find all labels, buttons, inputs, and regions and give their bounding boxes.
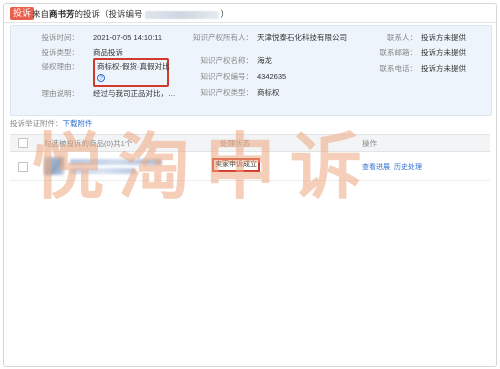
attachment-label: 投诉举证附件： — [10, 119, 63, 128]
row-checkbox[interactable] — [18, 162, 28, 172]
select-count-label: 勾选被投诉的商品(0)共1个 — [44, 139, 133, 148]
complaint-info-panel: 投诉时间： 2021-07-05 14:10:11 投诉类型： 商品投诉 侵权理… — [10, 25, 492, 116]
complaint-title: 来自商书芳的投诉（投诉编号 ） — [32, 8, 229, 20]
contact-value: 投诉方未提供 — [421, 33, 466, 42]
title-mid: 的投诉（投诉编号 — [74, 9, 143, 19]
title-suffix: ） — [220, 9, 230, 19]
ip-number-value: 4342635 — [257, 72, 287, 81]
status-highlight-box: 卖家申诉成立 — [212, 158, 260, 172]
attachment-row: 投诉举证附件：下载附件 — [10, 118, 93, 129]
phone-label: 联系电话： — [379, 64, 418, 73]
reason-value: 商标权-假货·真假对比 — [97, 62, 170, 71]
email-value: 投诉方未提供 — [421, 48, 466, 57]
complaint-time-value: 2021-07-05 14:10:11 — [93, 33, 163, 42]
blurred-product-title[interactable] — [70, 159, 162, 165]
complaint-type-value: 商品投诉 — [93, 48, 123, 57]
reason-label: 侵权理由： — [41, 62, 80, 71]
detail-value: 经过与我司正品对比，… — [93, 89, 176, 98]
table-header: 勾选被投诉的商品(0)共1个 处理状态 操作 — [10, 134, 490, 152]
help-icon[interactable]: ? — [97, 74, 105, 82]
ip-name-label: 知识产权名称： — [200, 56, 254, 65]
phone-value: 投诉方未提供 — [421, 64, 466, 73]
blurred-product-subtitle — [70, 168, 136, 174]
complaint-time-label: 投诉时间： — [41, 33, 80, 42]
ip-type-label: 知识产权类型： — [200, 88, 254, 97]
blurred-complaint-id — [144, 10, 219, 19]
title-prefix: 来自 — [32, 9, 50, 19]
complaint-tag: 投诉 — [10, 7, 35, 20]
owner-value: 天津悦泰石化科技有限公司 — [257, 33, 347, 42]
contact-label: 联系人： — [387, 33, 417, 42]
view-progress-link[interactable]: 查看进展 — [362, 162, 390, 172]
ip-type-value: 商标权 — [257, 88, 280, 97]
table-row: 卖家申诉成立 查看进展 历史处理 — [10, 152, 490, 181]
product-thumbnail — [44, 157, 64, 175]
row-status: 卖家申诉成立 — [215, 161, 257, 168]
complaint-type-label: 投诉类型： — [41, 48, 80, 57]
complaint-header: 投诉 来自商书芳的投诉（投诉编号 ） — [4, 4, 496, 23]
email-label: 联系邮箱： — [379, 48, 418, 57]
ip-name-value: 海龙 — [257, 56, 272, 65]
ip-number-label: 知识产权编号： — [200, 72, 254, 81]
history-link[interactable]: 历史处理 — [394, 162, 422, 172]
download-attachment-link[interactable]: 下载附件 — [63, 119, 93, 128]
action-column-header: 操作 — [362, 139, 377, 148]
detail-label: 理由说明： — [41, 89, 80, 98]
select-all-checkbox[interactable] — [18, 138, 28, 148]
complainant-name: 商书芳 — [49, 9, 75, 19]
status-column-header: 处理状态 — [220, 139, 250, 148]
owner-label: 知识产权所有人： — [193, 33, 253, 42]
complaint-window: 投诉 来自商书芳的投诉（投诉编号 ） 投诉时间： 2021-07-05 14:10… — [3, 3, 497, 367]
